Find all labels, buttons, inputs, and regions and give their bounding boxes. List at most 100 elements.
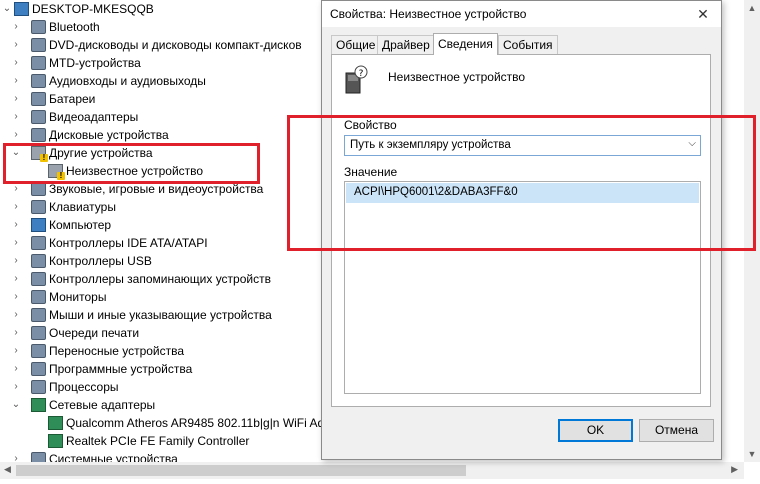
close-icon[interactable]: ✕ bbox=[685, 1, 721, 27]
chevron-right-icon[interactable]: › bbox=[11, 378, 21, 396]
value-row[interactable]: ACPI\HPQ6001\2&DABA3FF&0 bbox=[346, 183, 699, 203]
cancel-button[interactable]: Отмена bbox=[639, 419, 714, 442]
tree-horizontal-scrollbar[interactable]: ◀ ▶ bbox=[0, 462, 744, 479]
chevron-down-icon[interactable]: ⌄ bbox=[11, 144, 21, 162]
other-devices-icon bbox=[31, 146, 48, 162]
computer-icon bbox=[31, 218, 46, 232]
value-label: Значение bbox=[344, 165, 398, 179]
tree-item-label: Батареи bbox=[49, 92, 96, 106]
chevron-down-icon[interactable]: ⌄ bbox=[2, 0, 12, 18]
svg-text:?: ? bbox=[359, 69, 364, 79]
chevron-right-icon[interactable]: › bbox=[11, 54, 21, 72]
tree-item-label: Неизвестное устройство bbox=[66, 164, 204, 178]
value-list[interactable]: ACPI\HPQ6001\2&DABA3FF&0 bbox=[344, 181, 701, 394]
chevron-right-icon[interactable]: › bbox=[11, 180, 21, 198]
tree-item-label: Мониторы bbox=[49, 290, 107, 304]
monitor-icon bbox=[31, 290, 46, 304]
chevron-right-icon[interactable]: › bbox=[11, 216, 21, 234]
processor-icon bbox=[31, 380, 46, 394]
tree-item-label: MTD-устройства bbox=[49, 56, 141, 70]
tree-item-label: Сетевые адаптеры bbox=[49, 398, 156, 412]
storage-controller-icon bbox=[31, 272, 46, 286]
tree-item-label: Программные устройства bbox=[49, 362, 193, 376]
dvd-drive-icon bbox=[31, 38, 46, 52]
chevron-right-icon[interactable]: › bbox=[11, 252, 21, 270]
tree-item-label: Переносные устройства bbox=[49, 344, 185, 358]
tree-item-label: Мыши и иные указывающие устройства bbox=[49, 308, 272, 322]
tree-item-label: Клавиатуры bbox=[49, 200, 116, 214]
chevron-right-icon[interactable]: › bbox=[11, 36, 21, 54]
tree-item-label: Аудиовходы и аудиовыходы bbox=[49, 74, 206, 88]
disk-drive-icon bbox=[31, 128, 46, 142]
value-text: ACPI\HPQ6001\2&DABA3FF&0 bbox=[354, 186, 518, 198]
tree-item-label: Контроллеры запоминающих устройств bbox=[49, 272, 271, 286]
tree-item-label: Дисковые устройства bbox=[49, 128, 169, 142]
unknown-device-warning-icon bbox=[48, 164, 65, 180]
chevron-right-icon[interactable]: › bbox=[11, 126, 21, 144]
ide-controller-icon bbox=[31, 236, 46, 250]
keyboard-icon bbox=[31, 200, 46, 214]
tree-item-label: Другие устройства bbox=[49, 146, 153, 160]
network-card-icon bbox=[48, 416, 63, 430]
printer-icon bbox=[31, 326, 46, 340]
properties-dialog: Свойства: Неизвестное устройство ✕ Общие… bbox=[321, 0, 722, 460]
battery-icon bbox=[31, 92, 46, 106]
software-device-icon bbox=[31, 362, 46, 376]
tree-item-label: Компьютер bbox=[49, 218, 112, 232]
chevron-right-icon[interactable]: › bbox=[11, 288, 21, 306]
chevron-right-icon[interactable]: › bbox=[11, 18, 21, 36]
tree-item-label: Контроллеры IDE ATA/ATAPI bbox=[49, 236, 208, 250]
tree-root-label: DESKTOP-MKESQQB bbox=[32, 2, 154, 16]
tab-events[interactable]: События bbox=[498, 35, 558, 54]
scroll-down-icon[interactable]: ▼ bbox=[744, 449, 760, 459]
bluetooth-icon bbox=[31, 20, 46, 34]
display-adapter-icon bbox=[31, 110, 46, 124]
tree-item-label: Звуковые, игровые и видеоустройства bbox=[49, 182, 264, 196]
device-name: Неизвестное устройство bbox=[388, 70, 526, 84]
mtd-device-icon bbox=[31, 56, 46, 70]
computer-root-icon bbox=[14, 2, 29, 16]
scroll-up-icon[interactable]: ▲ bbox=[744, 3, 760, 13]
tree-item-label: DVD-дисководы и дисководы компакт-дисков bbox=[49, 38, 302, 52]
chevron-down-icon[interactable]: ⌄ bbox=[11, 396, 21, 414]
unknown-device-icon: ? bbox=[345, 65, 368, 94]
tree-item-label: Процессоры bbox=[49, 380, 119, 394]
tree-item-label: Очереди печати bbox=[49, 326, 140, 340]
usb-controller-icon bbox=[31, 254, 46, 268]
property-label: Свойство bbox=[344, 118, 397, 132]
chevron-right-icon[interactable]: › bbox=[11, 270, 21, 288]
chevron-right-icon[interactable]: › bbox=[11, 360, 21, 378]
chevron-right-icon[interactable]: › bbox=[11, 306, 21, 324]
chevron-down-icon[interactable]: ⌵ bbox=[688, 138, 696, 149]
tree-vertical-scrollbar[interactable]: ▲ ▼ bbox=[744, 0, 760, 462]
tree-item-label: Контроллеры USB bbox=[49, 254, 152, 268]
tree-item-label: Bluetooth bbox=[49, 20, 100, 34]
speaker-icon bbox=[31, 74, 46, 88]
ok-button[interactable]: OK bbox=[558, 419, 633, 442]
chevron-right-icon[interactable]: › bbox=[11, 198, 21, 216]
scroll-thumb[interactable] bbox=[16, 465, 466, 476]
chevron-right-icon[interactable]: › bbox=[11, 72, 21, 90]
tab-driver[interactable]: Драйвер bbox=[377, 35, 435, 54]
property-select-value: Путь к экземпляру устройства bbox=[350, 139, 511, 151]
tab-general[interactable]: Общие bbox=[331, 35, 381, 54]
mouse-icon bbox=[31, 308, 46, 322]
chevron-right-icon[interactable]: › bbox=[11, 90, 21, 108]
tree-item-label: Видеоадаптеры bbox=[49, 110, 139, 124]
dialog-titlebar[interactable]: Свойства: Неизвестное устройство ✕ bbox=[322, 1, 721, 27]
property-select[interactable]: Путь к экземпляру устройства ⌵ bbox=[344, 135, 701, 156]
scroll-left-icon[interactable]: ◀ bbox=[4, 464, 11, 475]
sound-device-icon bbox=[31, 182, 46, 196]
portable-device-icon bbox=[31, 344, 46, 358]
network-card-icon bbox=[48, 434, 63, 448]
network-adapter-icon bbox=[31, 398, 46, 412]
tab-details[interactable]: Сведения bbox=[433, 33, 498, 55]
scroll-right-icon[interactable]: ▶ bbox=[731, 464, 738, 475]
tree-item-label: Realtek PCIe FE Family Controller bbox=[66, 434, 250, 448]
chevron-right-icon[interactable]: › bbox=[11, 342, 21, 360]
tree-item-label: Qualcomm Atheros AR9485 802.11b|g|n WiFi… bbox=[66, 416, 325, 430]
chevron-right-icon[interactable]: › bbox=[11, 324, 21, 342]
chevron-right-icon[interactable]: › bbox=[11, 234, 21, 252]
chevron-right-icon[interactable]: › bbox=[11, 108, 21, 126]
dialog-title: Свойства: Неизвестное устройство bbox=[330, 7, 527, 21]
